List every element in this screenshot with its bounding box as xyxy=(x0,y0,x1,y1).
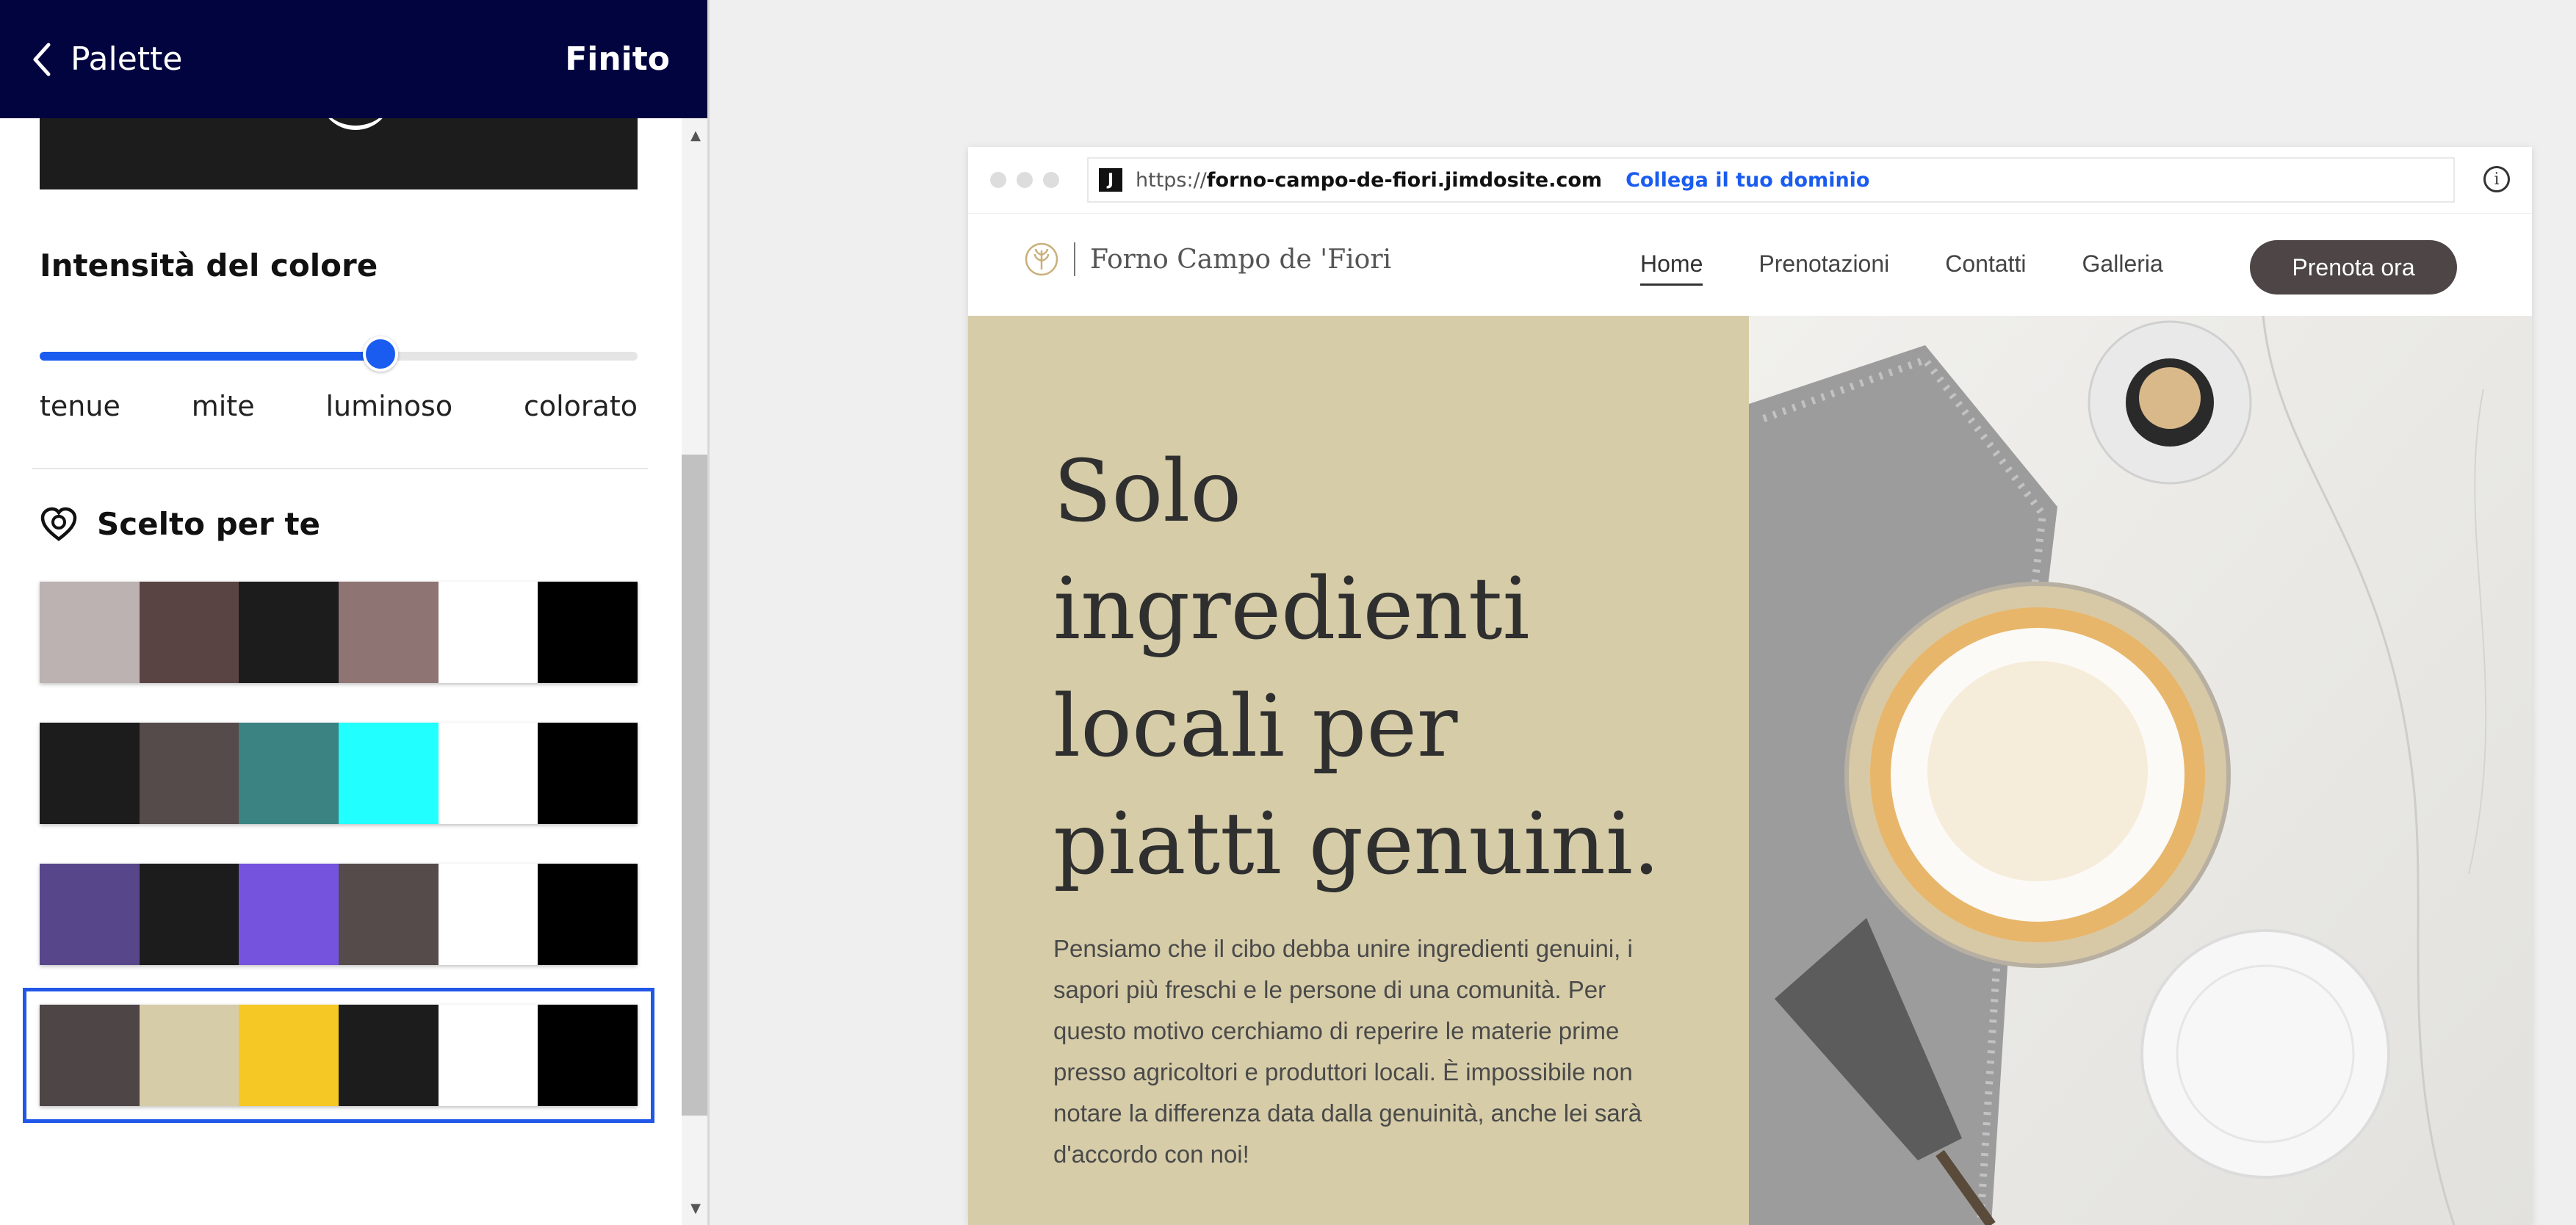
chosen-for-you-label: Scelto per te xyxy=(97,506,321,542)
palette-swatch xyxy=(339,582,439,683)
site-navbar: Forno Campo de 'Fiori Home Prenotazioni … xyxy=(968,213,2532,317)
palette-swatch xyxy=(538,582,638,683)
hero-title: Solo ingredienti locali per piatti genui… xyxy=(1053,442,1660,894)
wheat-logo-icon xyxy=(1025,242,1058,276)
hero-image xyxy=(1749,316,2532,1225)
url-protocol: https:// xyxy=(1136,168,1207,192)
palette-swatch xyxy=(339,864,439,965)
palette-swatch xyxy=(239,723,339,824)
palette-swatch xyxy=(239,1005,339,1106)
palette-option-4[interactable] xyxy=(23,988,654,1123)
panel-title: Palette xyxy=(71,40,183,78)
hero-body: Pensiamo che il cibo debba unire ingredi… xyxy=(1053,935,1642,1168)
url-host: forno-campo-de-fiori.jimdosite.com xyxy=(1206,168,1603,192)
chosen-for-you-heading: Scelto per te xyxy=(40,506,320,542)
site-brand-name: Forno Campo de 'Fiori xyxy=(1090,244,1392,275)
scroll-down-arrow-icon[interactable]: ▼ xyxy=(682,1197,710,1219)
browser-url-bar: J https:// forno-campo-de-fiori.jimdosit… xyxy=(968,147,2532,213)
site-nav-links: Home Prenotazioni Contatti Galleria xyxy=(1640,250,2163,286)
palette-swatch xyxy=(339,723,439,824)
palette-swatch xyxy=(538,1005,638,1106)
intensity-labels: tenue mite luminoso colorato xyxy=(40,390,638,422)
palette-option-1[interactable] xyxy=(40,582,638,683)
palette-swatch xyxy=(139,723,239,824)
connect-domain-link[interactable]: Collega il tuo dominio xyxy=(1626,169,1869,192)
intensity-title: Intensità del colore xyxy=(40,247,378,283)
palette-swatch xyxy=(538,864,638,965)
palette-swatch xyxy=(239,582,339,683)
info-icon[interactable]: i xyxy=(2483,166,2510,192)
site-brand[interactable]: Forno Campo de 'Fiori xyxy=(1024,242,1391,277)
palette-option-3[interactable] xyxy=(40,864,638,965)
nav-home[interactable]: Home xyxy=(1640,250,1703,286)
intensity-label-tenue: tenue xyxy=(40,390,120,422)
palette-swatch xyxy=(40,723,140,824)
intensity-label-colorato: colorato xyxy=(523,390,638,422)
chevron-left-icon xyxy=(33,43,51,76)
palette-swatch xyxy=(438,1005,538,1106)
url-field: J https:// forno-campo-de-fiori.jimdosit… xyxy=(1087,157,2455,203)
palette-option-2[interactable] xyxy=(40,723,638,824)
window-dots xyxy=(990,172,1059,188)
palette-swatch xyxy=(40,1005,140,1106)
palette-swatch xyxy=(139,582,239,683)
scrollbar-thumb[interactable] xyxy=(682,455,710,1116)
pie-photo xyxy=(1749,316,2532,1225)
nav-contatti[interactable]: Contatti xyxy=(1945,250,2026,286)
palette-swatch xyxy=(40,864,140,965)
jimdo-logo-icon: J xyxy=(1099,168,1122,192)
panel-scroll-area: Intensità del colore tenue mite luminoso… xyxy=(0,118,682,1225)
slider-thumb[interactable] xyxy=(362,336,398,372)
divider xyxy=(32,468,648,469)
panel-header: Palette Finito xyxy=(0,0,710,118)
palette-swatch xyxy=(339,1005,439,1106)
back-button[interactable]: Palette xyxy=(32,40,182,78)
site-preview-window: J https:// forno-campo-de-fiori.jimdosit… xyxy=(968,147,2532,1225)
palette-swatch xyxy=(139,1005,239,1106)
intensity-label-mite: mite xyxy=(191,390,255,422)
done-button[interactable]: Finito xyxy=(565,40,670,78)
intensity-slider[interactable] xyxy=(40,336,638,372)
palette-swatch xyxy=(538,723,638,824)
panel-scrollbar[interactable]: ▲ ▼ xyxy=(682,118,710,1225)
palette-swatch xyxy=(40,582,140,683)
palette-swatch xyxy=(438,723,538,824)
palette-swatch xyxy=(438,864,538,965)
palette-preview xyxy=(40,118,638,189)
scroll-up-arrow-icon[interactable]: ▲ xyxy=(682,124,710,146)
panel-edge xyxy=(707,0,710,1225)
palette-swatch xyxy=(139,864,239,965)
book-now-button[interactable]: Prenota ora xyxy=(2250,240,2457,294)
nav-galleria[interactable]: Galleria xyxy=(2082,250,2163,286)
intensity-label-luminoso: luminoso xyxy=(325,390,453,422)
nav-prenotazioni[interactable]: Prenotazioni xyxy=(1758,250,1889,286)
slider-fill xyxy=(40,352,380,361)
hero-text-section: Solo ingredienti locali per piatti genui… xyxy=(968,316,1749,1225)
palette-swatch xyxy=(438,582,538,683)
palette-swatch xyxy=(239,864,339,965)
palette-panel: Palette Finito Intensità del colore tenu… xyxy=(0,0,710,1225)
heart-badge-icon xyxy=(40,507,77,541)
